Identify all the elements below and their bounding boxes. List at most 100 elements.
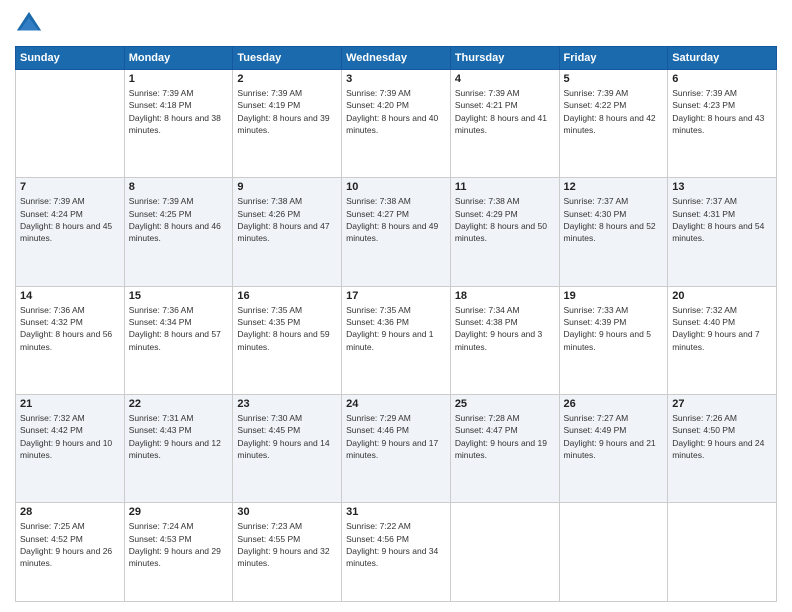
weekday-header-row: SundayMondayTuesdayWednesdayThursdayFrid…	[16, 47, 777, 70]
calendar-cell: 19 Sunrise: 7:33 AMSunset: 4:39 PMDayligh…	[559, 286, 668, 394]
calendar-cell: 9Sunrise: 7:38 AMSunset: 4:26 PMDaylight…	[233, 178, 342, 286]
calendar-cell: 27Sunrise: 7:26 AMSunset: 4:50 PMDayligh…	[668, 395, 777, 503]
day-number: 5	[564, 73, 664, 85]
calendar-cell: 30 Sunrise: 7:23 AMSunset: 4:55 PMDayligh…	[233, 503, 342, 602]
day-number: 24	[346, 398, 446, 410]
day-number: 25	[455, 398, 555, 410]
calendar-cell: 10 Sunrise: 7:38 AMSunset: 4:27 PMDayligh…	[342, 178, 451, 286]
day-number: 3	[346, 73, 446, 85]
day-number: 28	[20, 506, 120, 518]
calendar-cell: 5 Sunrise: 7:39 AMSunset: 4:22 PMDaylight…	[559, 70, 668, 178]
day-number: 4	[455, 73, 555, 85]
day-info: Sunrise: 7:38 AMSunset: 4:27 PMDaylight:…	[346, 195, 446, 244]
weekday-header-wednesday: Wednesday	[342, 47, 451, 70]
day-info: Sunrise: 7:39 AMSunset: 4:24 PMDaylight:…	[20, 195, 120, 244]
page: SundayMondayTuesdayWednesdayThursdayFrid…	[0, 0, 792, 612]
calendar-week-row: 1 Sunrise: 7:39 AMSunset: 4:18 PMDaylight…	[16, 70, 777, 178]
logo-icon	[15, 10, 43, 38]
day-info: Sunrise: 7:29 AMSunset: 4:46 PMDaylight:…	[346, 412, 446, 461]
calendar-cell: 11 Sunrise: 7:38 AMSunset: 4:29 PMDayligh…	[450, 178, 559, 286]
day-number: 26	[564, 398, 664, 410]
day-number: 13	[672, 181, 772, 193]
day-number: 1	[129, 73, 229, 85]
day-number: 18	[455, 290, 555, 302]
calendar-cell	[450, 503, 559, 602]
day-number: 10	[346, 181, 446, 193]
day-number: 20	[672, 290, 772, 302]
day-number: 29	[129, 506, 229, 518]
day-info: Sunrise: 7:32 AMSunset: 4:40 PMDaylight:…	[672, 304, 772, 353]
day-info: Sunrise: 7:38 AMSunset: 4:29 PMDaylight:…	[455, 195, 555, 244]
day-number: 31	[346, 506, 446, 518]
calendar-cell: 28 Sunrise: 7:25 AMSunset: 4:52 PMDayligh…	[16, 503, 125, 602]
calendar-cell	[16, 70, 125, 178]
weekday-header-saturday: Saturday	[668, 47, 777, 70]
calendar-cell	[668, 503, 777, 602]
day-number: 11	[455, 181, 555, 193]
day-number: 8	[129, 181, 229, 193]
calendar-cell: 3Sunrise: 7:39 AMSunset: 4:20 PMDaylight…	[342, 70, 451, 178]
logo	[15, 10, 47, 38]
day-info: Sunrise: 7:35 AMSunset: 4:36 PMDaylight:…	[346, 304, 446, 353]
weekday-header-tuesday: Tuesday	[233, 47, 342, 70]
day-info: Sunrise: 7:39 AMSunset: 4:18 PMDaylight:…	[129, 87, 229, 136]
day-number: 12	[564, 181, 664, 193]
day-number: 15	[129, 290, 229, 302]
weekday-header-sunday: Sunday	[16, 47, 125, 70]
day-info: Sunrise: 7:27 AMSunset: 4:49 PMDaylight:…	[564, 412, 664, 461]
day-number: 16	[237, 290, 337, 302]
calendar-cell: 20 Sunrise: 7:32 AMSunset: 4:40 PMDayligh…	[668, 286, 777, 394]
calendar-cell: 21 Sunrise: 7:32 AMSunset: 4:42 PMDayligh…	[16, 395, 125, 503]
weekday-header-monday: Monday	[124, 47, 233, 70]
calendar-cell: 18 Sunrise: 7:34 AMSunset: 4:38 PMDayligh…	[450, 286, 559, 394]
calendar-cell: 26 Sunrise: 7:27 AMSunset: 4:49 PMDayligh…	[559, 395, 668, 503]
day-info: Sunrise: 7:31 AMSunset: 4:43 PMDaylight:…	[129, 412, 229, 461]
calendar-week-row: 14 Sunrise: 7:36 AMSunset: 4:32 PMDayligh…	[16, 286, 777, 394]
day-info: Sunrise: 7:37 AMSunset: 4:31 PMDaylight:…	[672, 195, 772, 244]
day-number: 21	[20, 398, 120, 410]
day-number: 7	[20, 181, 120, 193]
day-info: Sunrise: 7:34 AMSunset: 4:38 PMDaylight:…	[455, 304, 555, 353]
day-info: Sunrise: 7:39 AMSunset: 4:22 PMDaylight:…	[564, 87, 664, 136]
calendar-cell: 4 Sunrise: 7:39 AMSunset: 4:21 PMDaylight…	[450, 70, 559, 178]
calendar-week-row: 7 Sunrise: 7:39 AMSunset: 4:24 PMDaylight…	[16, 178, 777, 286]
calendar-week-row: 21 Sunrise: 7:32 AMSunset: 4:42 PMDayligh…	[16, 395, 777, 503]
day-info: Sunrise: 7:22 AMSunset: 4:56 PMDaylight:…	[346, 520, 446, 569]
calendar-cell: 23 Sunrise: 7:30 AMSunset: 4:45 PMDayligh…	[233, 395, 342, 503]
day-info: Sunrise: 7:32 AMSunset: 4:42 PMDaylight:…	[20, 412, 120, 461]
day-info: Sunrise: 7:26 AMSunset: 4:50 PMDaylight:…	[672, 412, 772, 461]
day-info: Sunrise: 7:33 AMSunset: 4:39 PMDaylight:…	[564, 304, 664, 353]
day-info: Sunrise: 7:25 AMSunset: 4:52 PMDaylight:…	[20, 520, 120, 569]
calendar-cell: 31 Sunrise: 7:22 AMSunset: 4:56 PMDayligh…	[342, 503, 451, 602]
day-number: 30	[237, 506, 337, 518]
day-info: Sunrise: 7:28 AMSunset: 4:47 PMDaylight:…	[455, 412, 555, 461]
day-info: Sunrise: 7:35 AMSunset: 4:35 PMDaylight:…	[237, 304, 337, 353]
day-info: Sunrise: 7:39 AMSunset: 4:25 PMDaylight:…	[129, 195, 229, 244]
day-info: Sunrise: 7:30 AMSunset: 4:45 PMDaylight:…	[237, 412, 337, 461]
day-number: 23	[237, 398, 337, 410]
calendar-cell: 2Sunrise: 7:39 AMSunset: 4:19 PMDaylight…	[233, 70, 342, 178]
day-info: Sunrise: 7:23 AMSunset: 4:55 PMDaylight:…	[237, 520, 337, 569]
calendar-cell: 15Sunrise: 7:36 AMSunset: 4:34 PMDayligh…	[124, 286, 233, 394]
day-info: Sunrise: 7:39 AMSunset: 4:21 PMDaylight:…	[455, 87, 555, 136]
calendar-cell: 1 Sunrise: 7:39 AMSunset: 4:18 PMDaylight…	[124, 70, 233, 178]
day-number: 2	[237, 73, 337, 85]
day-info: Sunrise: 7:37 AMSunset: 4:30 PMDaylight:…	[564, 195, 664, 244]
calendar-cell: 7 Sunrise: 7:39 AMSunset: 4:24 PMDaylight…	[16, 178, 125, 286]
calendar-cell: 17Sunrise: 7:35 AMSunset: 4:36 PMDayligh…	[342, 286, 451, 394]
calendar-cell: 29Sunrise: 7:24 AMSunset: 4:53 PMDayligh…	[124, 503, 233, 602]
day-number: 19	[564, 290, 664, 302]
calendar-week-row: 28 Sunrise: 7:25 AMSunset: 4:52 PMDayligh…	[16, 503, 777, 602]
calendar-cell: 8 Sunrise: 7:39 AMSunset: 4:25 PMDaylight…	[124, 178, 233, 286]
day-number: 22	[129, 398, 229, 410]
day-number: 6	[672, 73, 772, 85]
day-info: Sunrise: 7:38 AMSunset: 4:26 PMDaylight:…	[237, 195, 337, 244]
calendar-cell: 14 Sunrise: 7:36 AMSunset: 4:32 PMDayligh…	[16, 286, 125, 394]
day-number: 14	[20, 290, 120, 302]
calendar-cell	[559, 503, 668, 602]
day-info: Sunrise: 7:36 AMSunset: 4:32 PMDaylight:…	[20, 304, 120, 353]
calendar-cell: 22 Sunrise: 7:31 AMSunset: 4:43 PMDayligh…	[124, 395, 233, 503]
calendar-cell: 13 Sunrise: 7:37 AMSunset: 4:31 PMDayligh…	[668, 178, 777, 286]
day-info: Sunrise: 7:39 AMSunset: 4:23 PMDaylight:…	[672, 87, 772, 136]
calendar-table: SundayMondayTuesdayWednesdayThursdayFrid…	[15, 46, 777, 602]
